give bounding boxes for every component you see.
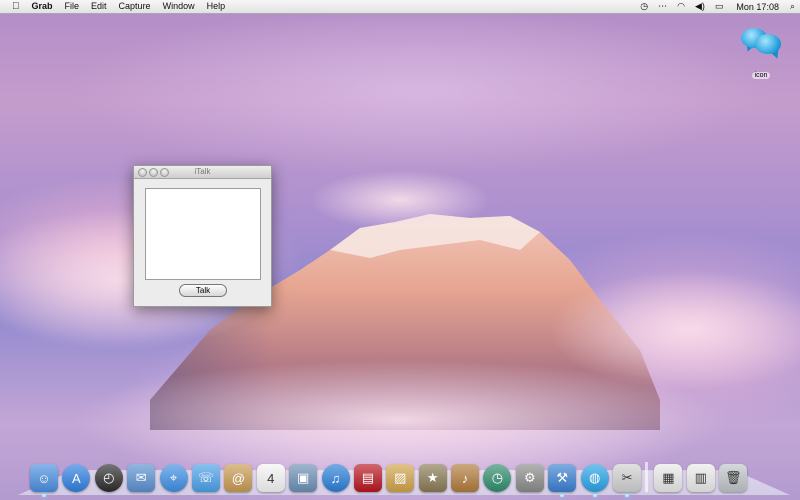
menu-capture[interactable]: Capture [113, 0, 157, 13]
menu-edit[interactable]: Edit [85, 0, 113, 13]
itunes-icon[interactable]: ♫ [321, 464, 350, 492]
volume-icon[interactable]: ◀) [690, 0, 710, 13]
status-area: ◷ ⋯ ◠ ◀) ▭ Mon 17:08 ⌕ [635, 0, 800, 13]
desktop-icon-label: icon [751, 72, 771, 79]
ical-icon[interactable]: 4 [256, 464, 285, 492]
xcode-icon[interactable]: ⚒ [548, 464, 577, 497]
safari-icon[interactable]: ⌖ [159, 464, 188, 492]
app-store-icon[interactable]: A [62, 464, 91, 492]
italk-icon[interactable]: ◍ [580, 464, 609, 497]
running-indicator [42, 494, 46, 497]
trash-icon[interactable]: 🗑 [719, 464, 748, 492]
finder-icon[interactable]: ☺ [30, 464, 58, 497]
apple-icon[interactable]:  [0, 0, 26, 13]
iphoto-icon[interactable]: ▨ [386, 464, 415, 492]
window-titlebar[interactable]: iTalk [134, 166, 271, 179]
garageband-icon[interactable]: ♪ [451, 464, 480, 492]
menu-bar:  Grab File Edit Capture Window Help ◷ ⋯… [0, 0, 800, 14]
menu-clock[interactable]: Mon 17:08 [728, 2, 785, 12]
photo-booth-icon[interactable]: ▤ [353, 464, 382, 492]
window-title: iTalk [194, 167, 211, 176]
bluetooth-icon[interactable]: ⋯ [653, 0, 672, 13]
grab-icon[interactable]: ✂ [613, 464, 642, 497]
italk-window: iTalk Talk [133, 165, 272, 307]
imovie-icon[interactable]: ★ [418, 464, 447, 492]
time-machine-icon[interactable]: ◷ [483, 464, 512, 492]
menu-file[interactable]: File [59, 0, 86, 13]
running-indicator [592, 494, 597, 497]
downloads-stack-icon[interactable]: ▦ [654, 464, 683, 492]
documents-stack-icon[interactable]: ▥ [686, 464, 715, 492]
message-text-area[interactable] [145, 188, 261, 280]
mail-stamp-icon[interactable]: ✉ [127, 464, 156, 492]
dock: ☺ A ◴ ✉ ⌖ ☏ @4 ▣ ♫ ▤ ▨ ★ ♪ ◷ ⚙ ⚒ ◍ ✂ ▦ ▥ 🗑 [30, 456, 775, 497]
system-preferences-icon[interactable]: ⚙ [515, 464, 544, 492]
menu-window[interactable]: Window [157, 0, 201, 13]
dock-separator [645, 462, 649, 492]
preview-icon[interactable]: ▣ [289, 464, 318, 492]
dashboard-icon[interactable]: ◴ [94, 464, 123, 492]
facetime-icon[interactable]: ☏ [191, 464, 220, 492]
wallpaper-mountain [0, 170, 800, 480]
talk-button[interactable]: Talk [179, 284, 227, 297]
menu-app-name[interactable]: Grab [26, 0, 59, 13]
spotlight-icon[interactable]: ⌕ [785, 0, 800, 13]
running-indicator [625, 494, 630, 497]
chat-bubbles-icon [739, 24, 783, 64]
battery-icon[interactable]: ▭ [710, 0, 729, 13]
address-book-icon[interactable]: @ [224, 464, 253, 492]
menu-help[interactable]: Help [201, 0, 232, 13]
wifi-icon[interactable]: ◠ [672, 0, 690, 13]
desktop-icon[interactable]: icon [737, 24, 785, 82]
time-machine-icon[interactable]: ◷ [635, 0, 653, 13]
